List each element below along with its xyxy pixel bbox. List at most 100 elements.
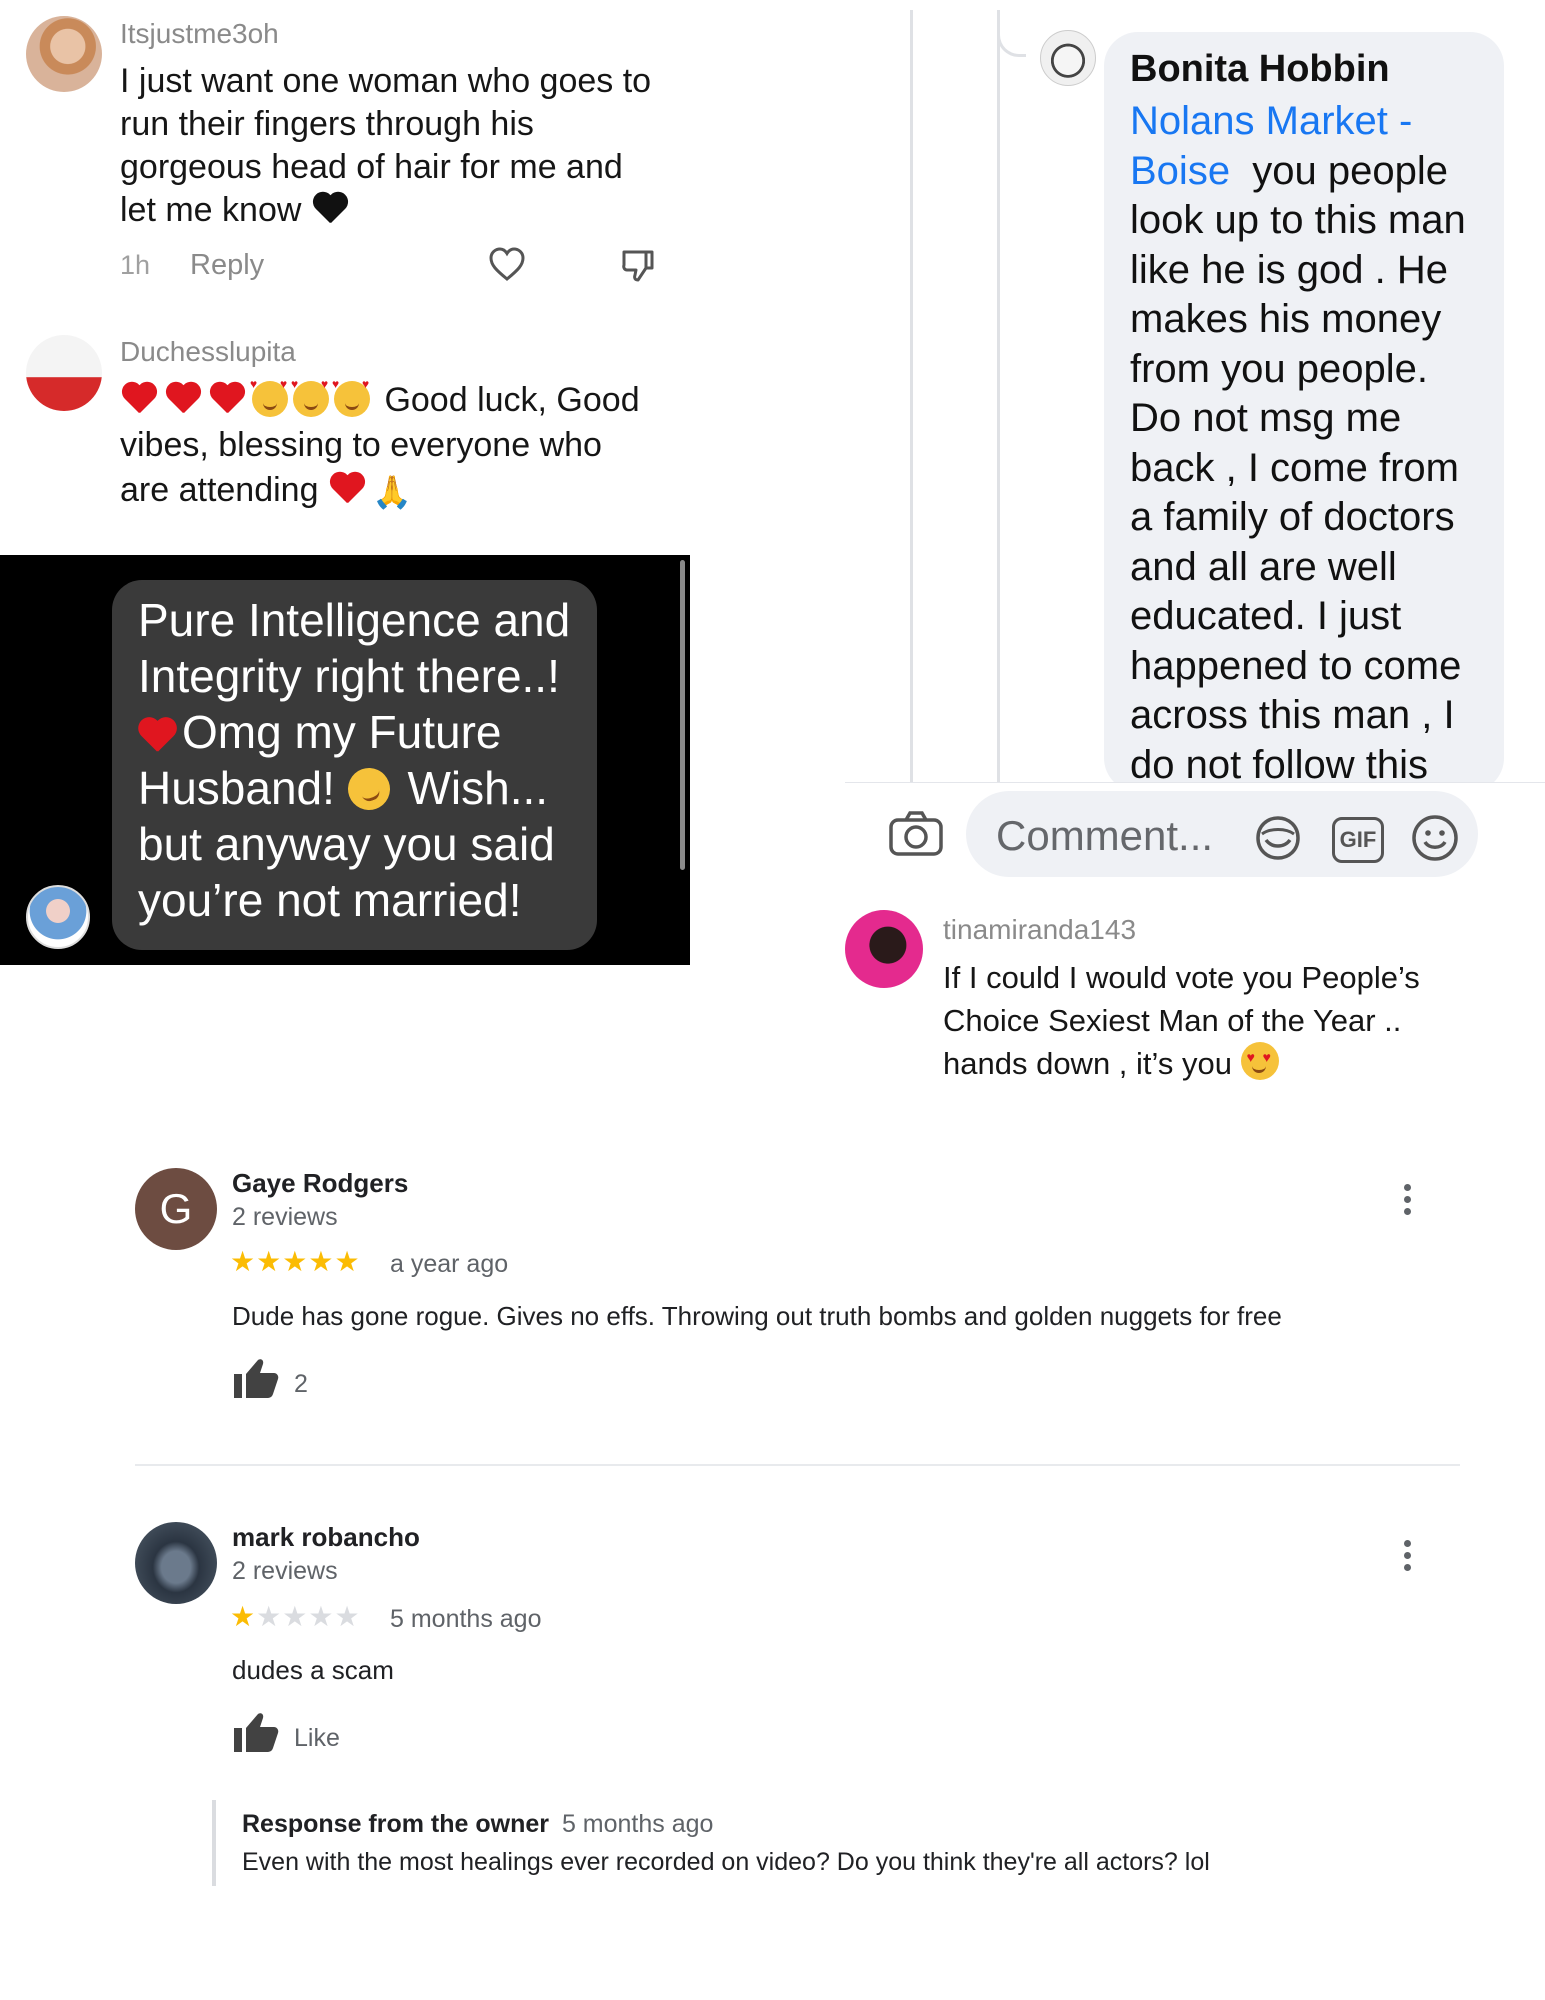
comment-username[interactable]: tinamiranda143 <box>943 914 1136 946</box>
avatar-initial: G <box>159 1185 193 1232</box>
more-options-icon[interactable] <box>1404 1540 1412 1571</box>
commenter-name[interactable]: Bonita Hobbin <box>1130 48 1390 91</box>
star-icon: ★ <box>230 1246 257 1277</box>
thread-line <box>997 10 1000 785</box>
owner-response-header: Response from the owner 5 months ago <box>242 1810 713 1839</box>
owner-response-text: Even with the most healings ever recorde… <box>242 1848 1210 1876</box>
comment-time: 1h <box>120 250 151 280</box>
comment-line: Omg my Future <box>138 704 598 760</box>
mention-link[interactable]: Boise <box>1130 149 1230 193</box>
star-icon: ★ <box>282 1246 309 1277</box>
black-heart-emoji <box>311 191 349 225</box>
review-count[interactable]: 2 reviews <box>232 1203 338 1232</box>
star-icon: ★ <box>256 1601 283 1632</box>
comment-line: a family of doctors <box>1130 495 1455 539</box>
dislike-icon[interactable] <box>620 248 656 289</box>
more-options-icon[interactable] <box>1404 1184 1412 1215</box>
like-heart-icon[interactable] <box>488 246 526 287</box>
star-icon: ★ <box>308 1601 335 1632</box>
reply-button[interactable]: Reply <box>190 249 264 282</box>
comment-line: across this man , I <box>1130 693 1455 737</box>
thumbs-up-icon[interactable] <box>232 1356 280 1405</box>
comment-line-text: Wish... <box>407 762 549 814</box>
comment-line: I just want one woman who goes to <box>120 62 652 100</box>
heart-eyes-emoji: ♥ ♥ <box>1240 1042 1279 1080</box>
comment-line: you’re not married! <box>138 874 522 926</box>
scrollbar[interactable] <box>680 560 685 870</box>
comment-line: look up to this man <box>1130 198 1466 242</box>
comment-line: Do not msg me <box>1130 396 1402 440</box>
comment-username[interactable]: Itsjustme3oh <box>120 18 279 50</box>
owner-response-label: Response from the owner <box>242 1810 549 1838</box>
comment-line: Choice Sexiest Man of the Year .. <box>943 1003 1402 1038</box>
avatar[interactable] <box>1040 30 1096 86</box>
comment-line-text: hands down , it’s you <box>943 1046 1232 1081</box>
comment-line: back , I come from <box>1130 445 1459 490</box>
red-heart-emoji <box>136 716 178 753</box>
smiling-face-with-hearts-emoji: ♥ ♥ <box>250 378 288 417</box>
comment-line: hands down , it’s you ♥ ♥ <box>943 1042 1503 1085</box>
comment-line: educated. I just <box>1130 594 1402 638</box>
thread-line <box>910 10 913 785</box>
comment-line: run their fingers through his <box>120 105 534 143</box>
comment-line-text: you people <box>1252 148 1449 193</box>
thumbs-up-icon[interactable] <box>232 1710 280 1759</box>
star-rating: ★★★★★ <box>230 1600 361 1633</box>
comment-line: Integrity right there..! <box>138 650 560 702</box>
comment-line: Pure Intelligence and <box>138 594 571 646</box>
avatar[interactable] <box>26 335 102 411</box>
red-heart-emoji <box>164 381 202 415</box>
owner-response-time: 5 months ago <box>561 1810 714 1838</box>
gif-button[interactable]: GIF <box>1332 817 1384 863</box>
comment-input-placeholder: Comment... <box>996 812 1214 859</box>
owner-response-bar <box>212 1800 216 1886</box>
star-icon: ★ <box>334 1601 361 1632</box>
smiling-face-with-hearts-emoji: ♥ ♥ <box>291 378 329 417</box>
comment-line: from you people. <box>1130 346 1428 391</box>
camera-icon[interactable] <box>888 810 944 863</box>
comment-text: I just want one woman who goes to run th… <box>120 60 680 232</box>
like-count: 2 <box>294 1370 308 1398</box>
avatar[interactable]: G <box>135 1168 217 1250</box>
avatar-sticker-icon[interactable] <box>1252 814 1304 867</box>
star-icon: ★ <box>308 1246 335 1277</box>
comment-line: let me know <box>120 189 680 232</box>
comment-line-text: let me know <box>120 191 302 229</box>
avatar[interactable] <box>845 910 923 988</box>
star-icon: ★ <box>282 1601 309 1632</box>
comment-line: makes his money <box>1130 297 1442 341</box>
rolling-laughing-emoji <box>341 762 396 816</box>
star-icon: ★ <box>256 1246 283 1277</box>
comment-line-text: Omg my Future <box>182 706 502 758</box>
review-text: Dude has gone rogue. Gives no effs. Thro… <box>232 1301 1282 1331</box>
smiling-face-with-hearts-emoji: ♥ ♥ <box>332 378 370 417</box>
comment-username[interactable]: Duchesslupita <box>120 336 296 368</box>
avatar[interactable] <box>135 1522 217 1604</box>
comment-line-text: Good luck, Good <box>384 381 640 419</box>
like-button[interactable]: Like <box>294 1724 340 1753</box>
comment-line: like he is god . He <box>1130 247 1448 292</box>
star-icon: ★ <box>230 1601 257 1632</box>
comment-line: happened to come <box>1130 643 1462 688</box>
reviewer-name[interactable]: Gaye Rodgers <box>232 1168 408 1199</box>
avatar[interactable] <box>26 16 102 92</box>
review-text: dudes a scam <box>232 1655 394 1685</box>
review-time: a year ago <box>390 1250 509 1278</box>
review-count[interactable]: 2 reviews <box>232 1557 338 1586</box>
comment-line: are attending 🙏 <box>120 468 680 515</box>
mention-link[interactable]: Nolans Market - <box>1130 99 1412 143</box>
folded-hands-emoji: 🙏 <box>371 473 412 510</box>
gif-label: GIF <box>1339 827 1377 852</box>
divider <box>135 1464 1460 1466</box>
star-icon: ★ <box>334 1246 361 1277</box>
reviewer-name[interactable]: mark robancho <box>232 1522 420 1553</box>
emoji-picker-icon[interactable] <box>1410 813 1460 868</box>
comment-line: gorgeous head of hair for me and <box>120 148 623 186</box>
comment-line: If I could I would vote you People’s <box>943 960 1420 995</box>
red-heart-emoji <box>328 471 366 505</box>
comment-line: Husband! Wish... <box>138 760 598 816</box>
comment-line: and all are well <box>1130 544 1397 589</box>
avatar[interactable] <box>26 885 90 949</box>
comment-line: Nolans Market - <box>1130 97 1500 147</box>
review-time: 5 months ago <box>390 1605 542 1633</box>
